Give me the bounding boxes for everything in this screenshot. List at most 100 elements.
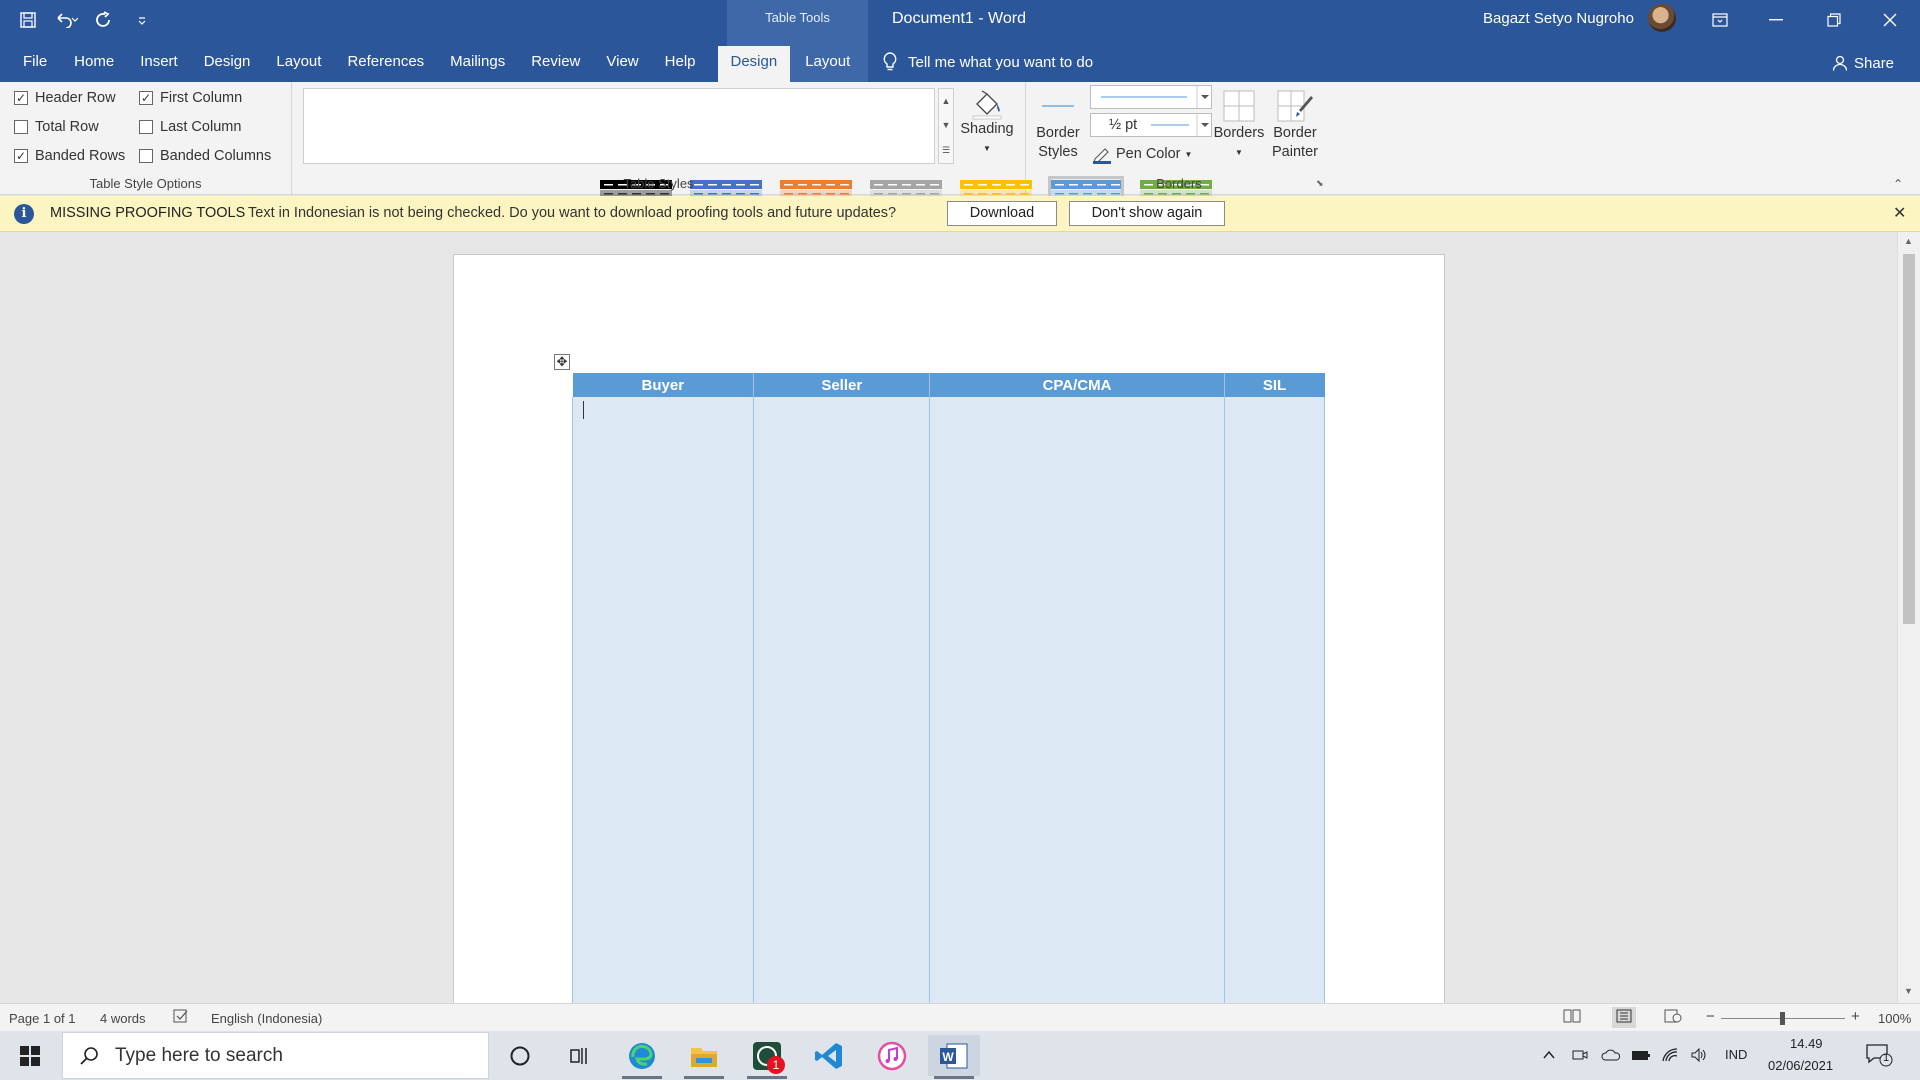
volume-icon[interactable] [1690,1047,1708,1066]
read-mode-icon[interactable] [1563,1009,1581,1026]
scroll-up-icon[interactable]: ▲ [1904,236,1913,246]
table-header-cell[interactable]: SIL [1224,373,1325,397]
tab-references[interactable]: References [334,46,437,78]
checkbox-box: ✓ [14,149,28,163]
clock-time[interactable]: 14.49 [1790,1036,1823,1051]
table-cell[interactable] [929,397,1225,1003]
table-row [571,397,1326,1003]
redo-icon[interactable] [90,8,118,32]
battery-icon[interactable] [1631,1047,1651,1066]
cortana-icon[interactable] [494,1035,546,1076]
borders-button[interactable]: Borders ▼ [1212,88,1266,162]
tab-insert[interactable]: Insert [127,46,191,78]
action-center-icon[interactable]: 1 [1866,1043,1894,1070]
border-styles-label-2: Styles [1038,144,1078,160]
table-header-cell[interactable]: Buyer [572,373,755,397]
document-title: Document1 - Word [892,10,1026,27]
zoom-in-icon[interactable]: + [1851,1008,1860,1025]
save-icon[interactable] [14,8,42,32]
shading-button[interactable]: Shading ▼ [956,88,1018,158]
table-cell[interactable] [753,397,931,1003]
undo-icon[interactable] [52,8,80,32]
input-language[interactable]: IND [1725,1047,1747,1062]
tab-table-layout[interactable]: Layout [790,46,865,78]
meet-now-icon[interactable] [1572,1047,1588,1066]
tab-home[interactable]: Home [61,46,127,78]
border-styles-button[interactable]: Border Styles [1036,88,1080,162]
banded-rows-checkbox[interactable]: ✓ Banded Rows [14,148,125,164]
windows-start-icon[interactable] [4,1035,56,1076]
clock-date[interactable]: 02/06/2021 [1768,1058,1833,1073]
edge-icon[interactable] [616,1035,668,1079]
web-layout-icon[interactable] [1664,1009,1682,1026]
table-header-cell[interactable]: Seller [753,373,931,397]
tab-layout[interactable]: Layout [263,46,334,78]
tab-design[interactable]: Design [191,46,264,78]
table-header-cell[interactable]: CPA/CMA [929,373,1225,397]
vertical-scrollbar[interactable]: ▲ ▼ [1897,232,1920,1003]
table-cell[interactable] [1223,397,1326,1003]
checkbox-label: First Column [160,90,243,106]
zoom-out-icon[interactable]: − [1706,1008,1715,1025]
onedrive-icon[interactable] [1601,1047,1621,1066]
ribbon: ✓ Header Row ✓ First Column Total Row Last… [0,82,1920,236]
proofing-icon[interactable] [173,1009,189,1026]
tab-help[interactable]: Help [652,46,709,78]
show-hidden-icons[interactable] [1541,1047,1557,1066]
file-explorer-icon[interactable] [678,1035,730,1079]
wifi-icon[interactable] [1661,1047,1679,1066]
word-icon[interactable]: W [928,1035,980,1079]
document-table[interactable]: Buyer Seller CPA/CMA SIL [571,373,1326,1003]
vscode-icon[interactable] [803,1035,855,1076]
zoom-slider-thumb[interactable] [1780,1012,1785,1025]
download-button[interactable]: Download [947,201,1057,226]
minimize-icon[interactable] [1748,0,1804,40]
border-painter-button[interactable]: Border Painter [1268,88,1322,162]
scroll-up-icon[interactable]: ▲ [942,96,951,106]
gallery-scroll[interactable]: ▲ ▼ ☰ [938,88,954,164]
close-icon[interactable] [1862,0,1918,40]
avatar[interactable] [1648,4,1676,32]
group-label: Borders [1156,176,1202,191]
user-name[interactable]: Bagazt Setyo Nugroho [1483,10,1634,27]
customize-qat-icon[interactable] [128,8,156,32]
restore-icon[interactable] [1806,0,1862,40]
share-button[interactable]: Share [1832,50,1894,76]
pen-color-button[interactable]: Pen Color ▼ [1092,144,1192,164]
first-column-checkbox[interactable]: ✓ First Column [139,90,242,106]
scroll-down-icon[interactable]: ▼ [1904,986,1913,996]
task-view-icon[interactable] [554,1035,606,1076]
tell-me-search[interactable]: Tell me what you want to do [882,46,1093,78]
dialog-launcher-icon[interactable]: ⬊ [1316,178,1324,189]
print-layout-icon[interactable] [1612,1007,1636,1028]
itunes-icon[interactable] [866,1035,918,1076]
collapse-ribbon-icon[interactable]: ⌃ [1893,177,1903,191]
language[interactable]: English (Indonesia) [211,1011,322,1026]
scroll-down-icon[interactable]: ▼ [942,120,951,130]
word-count[interactable]: 4 words [100,1011,146,1026]
line-style-dropdown[interactable] [1090,85,1212,109]
tab-file[interactable]: File [0,46,61,78]
close-message-icon[interactable]: ✕ [1893,203,1906,223]
table-cell[interactable] [571,397,755,1003]
tab-mailings[interactable]: Mailings [437,46,518,78]
whatsapp-icon[interactable]: 1 [741,1035,793,1079]
last-column-checkbox[interactable]: Last Column [139,119,241,135]
more-icon[interactable]: ☰ [942,145,950,156]
tab-table-design[interactable]: Design [717,46,791,82]
header-row-checkbox[interactable]: ✓ Header Row [14,90,116,106]
tab-view[interactable]: View [593,46,651,78]
page-count[interactable]: Page 1 of 1 [9,1011,76,1026]
table-move-handle-icon[interactable]: ✥ [554,354,570,370]
tab-review[interactable]: Review [518,46,593,78]
zoom-level[interactable]: 100% [1878,1011,1911,1026]
svg-text:W: W [942,1050,954,1064]
line-weight-dropdown[interactable]: ½ pt [1090,113,1212,137]
scroll-thumb[interactable] [1903,254,1915,624]
total-row-checkbox[interactable]: Total Row [14,119,99,135]
dont-show-again-button[interactable]: Don't show again [1069,201,1225,226]
taskbar-search[interactable]: Type here to search [62,1032,489,1079]
ribbon-display-options-icon[interactable] [1692,0,1748,40]
table-styles-group: ▲ ▼ ☰ Shading ▼ Table Styles [292,82,1212,236]
banded-columns-checkbox[interactable]: Banded Columns [139,148,271,164]
